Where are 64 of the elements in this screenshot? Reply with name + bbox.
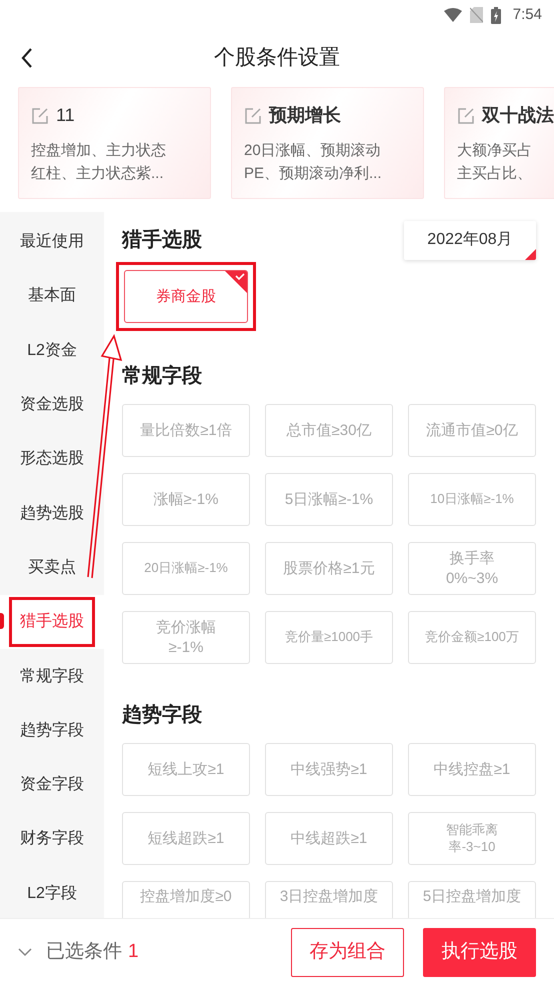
condition-chip[interactable]: 5日涨幅≥-1% — [265, 473, 393, 526]
condition-chip[interactable]: 5日控盘增加度 — [408, 881, 536, 918]
card-title: 双十战法 — [482, 104, 554, 127]
no-sim-icon — [470, 7, 483, 23]
save-combination-button[interactable]: 存为组合 — [291, 928, 404, 976]
condition-chip[interactable]: 短线超跌≥1 — [122, 812, 250, 865]
condition-chip[interactable]: 流通市值≥0亿 — [408, 404, 536, 457]
selected-conditions-label: 已选条件 — [46, 940, 122, 964]
condition-chip[interactable]: 总市值≥30亿 — [265, 404, 393, 457]
strategy-card[interactable]: 预期增长 20日涨幅、预期滚动 PE、预期滚动净利... — [231, 87, 424, 199]
category-item[interactable]: 最近使用 — [12, 220, 92, 264]
category-item[interactable]: 资金选股 — [12, 383, 92, 428]
condition-chip[interactable]: 量比倍数≥1倍 — [122, 404, 250, 457]
condition-chip[interactable]: 控盘增加度≥0 — [122, 881, 250, 918]
condition-chip[interactable]: 20日涨幅≥-1% — [122, 542, 250, 595]
edit-icon — [457, 106, 475, 124]
card-description: 大额净买占 主买占比、 — [457, 141, 533, 184]
card-description: 控盘增加、主力状态 红柱、主力状态紫... — [31, 141, 167, 184]
condition-chip[interactable]: 智能乖离 率-3~10 — [408, 812, 536, 865]
section-title: 趋势字段 — [122, 702, 202, 728]
category-item[interactable]: 财务字段 — [12, 817, 92, 862]
card-description: 20日涨幅、预期滚动 PE、预期滚动净利... — [244, 141, 383, 184]
date-picker[interactable]: 2022年08月 — [404, 220, 536, 260]
condition-chip[interactable]: 短线上攻≥1 — [122, 743, 250, 796]
clock-time: 7:54 — [512, 4, 542, 25]
run-screening-button[interactable]: 执行选股 — [423, 928, 536, 976]
selected-count: 1 — [128, 940, 139, 964]
category-item[interactable]: 形态选股 — [12, 437, 92, 482]
edit-icon — [244, 106, 262, 124]
edit-icon — [31, 106, 49, 124]
chevron-down-icon — [18, 948, 32, 956]
card-title: 预期增长 — [269, 104, 341, 127]
condition-chip[interactable]: 3日控盘增加度 — [265, 881, 393, 918]
back-icon — [21, 48, 33, 68]
category-item[interactable]: L2字段 — [19, 872, 85, 916]
section-title: 常规字段 — [122, 364, 202, 389]
condition-chip[interactable]: 券商金股 — [124, 270, 248, 323]
page-title: 个股条件设置 — [214, 45, 340, 72]
condition-chip[interactable]: 竞价涨幅 ≥-1% — [122, 611, 250, 664]
wifi-icon — [444, 8, 462, 22]
category-item[interactable]: 基本面 — [20, 274, 84, 318]
condition-chip[interactable]: 中线超跌≥1 — [265, 812, 393, 865]
condition-chip[interactable]: 10日涨幅≥-1% — [408, 473, 536, 526]
condition-chip[interactable]: 换手率 0%~3% — [408, 542, 536, 595]
category-item[interactable]: L2资金 — [19, 328, 85, 373]
category-item[interactable]: 猎手选股 — [9, 597, 95, 648]
strategy-card[interactable]: 双十战法 大额净买占 主买占比、 — [444, 87, 554, 199]
condition-chip[interactable]: 竞价金额≥100万 — [408, 611, 536, 664]
dropdown-corner-icon — [525, 248, 536, 260]
battery-icon — [490, 6, 501, 24]
section-title: 猎手选股 — [122, 228, 202, 253]
condition-chip[interactable]: 竞价量≥1000手 — [265, 611, 393, 664]
card-title: 11 — [56, 104, 75, 127]
condition-chip[interactable]: 股票价格≥1元 — [265, 542, 393, 595]
category-item[interactable]: 趋势字段 — [12, 708, 92, 753]
condition-chip[interactable]: 中线控盘≥1 — [408, 743, 536, 796]
condition-chip[interactable]: 中线强势≥1 — [265, 743, 393, 796]
category-item[interactable]: 买卖点 — [20, 546, 84, 590]
category-item[interactable]: 资金字段 — [12, 763, 92, 808]
category-item[interactable]: 常规字段 — [12, 654, 92, 699]
strategy-card[interactable]: 11 控盘增加、主力状态 红柱、主力状态紫... — [18, 87, 211, 199]
category-item[interactable]: 趋势选股 — [12, 492, 92, 536]
check-corner-icon — [225, 271, 247, 293]
condition-chip[interactable]: 涨幅≥-1% — [122, 473, 250, 526]
